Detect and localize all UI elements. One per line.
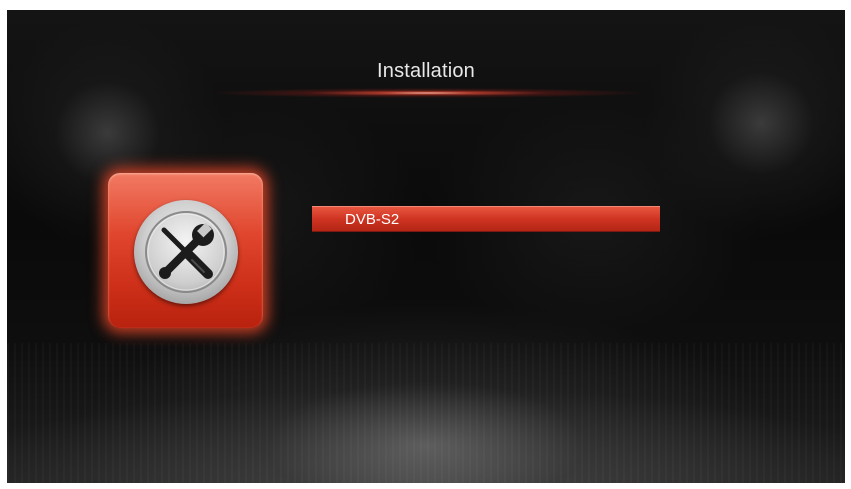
tools-icon bbox=[134, 200, 238, 304]
title-underline-glow bbox=[207, 88, 647, 98]
installation-category-tile[interactable] bbox=[108, 173, 263, 328]
installation-menu: DVB-S2 bbox=[312, 206, 660, 232]
screen-frame: Installation DVB-S2 bbox=[7, 10, 845, 483]
page-title: Installation bbox=[376, 60, 475, 82]
menu-item-dvb-s2[interactable]: DVB-S2 bbox=[312, 206, 660, 232]
background-floor bbox=[7, 343, 845, 483]
